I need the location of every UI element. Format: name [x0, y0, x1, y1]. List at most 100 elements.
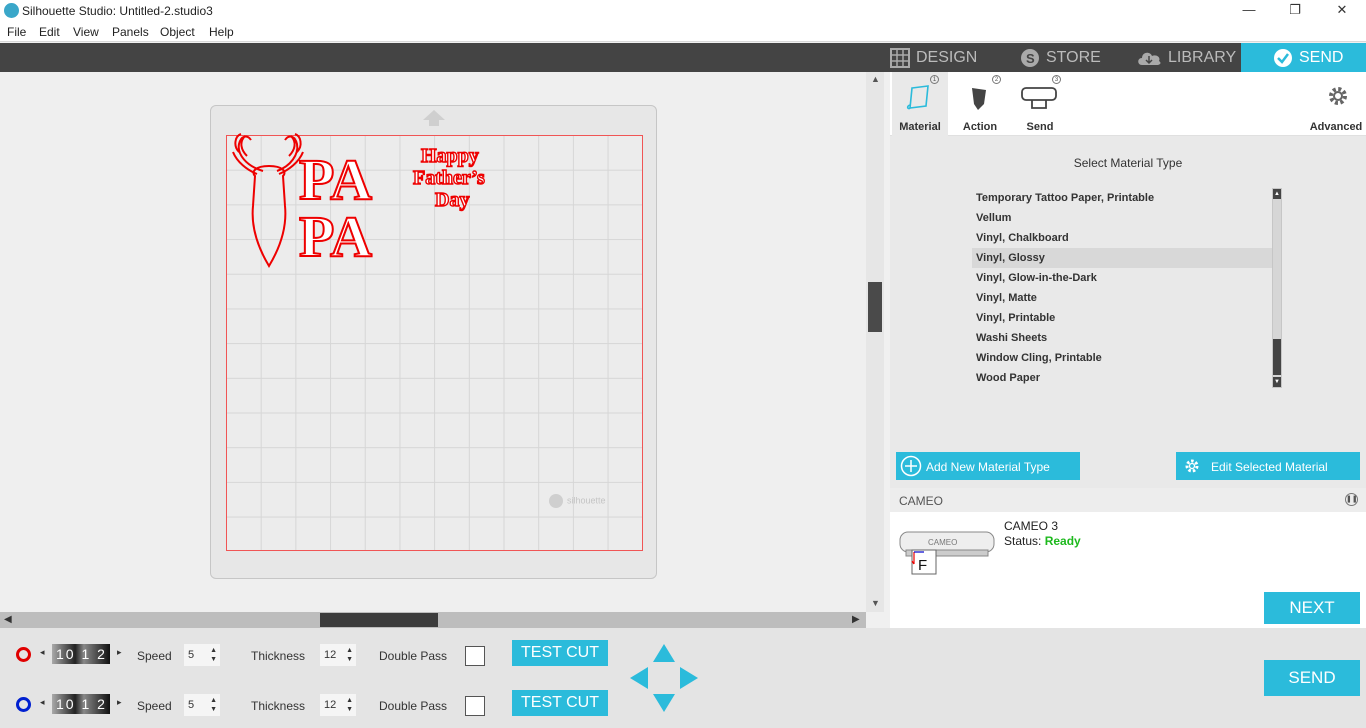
- title-bar: Silhouette Studio: Untitled-2.studio3 — …: [0, 0, 1366, 22]
- stepper-arrows-icon[interactable]: ▲ ▼: [346, 646, 353, 664]
- menu-file[interactable]: File: [7, 25, 26, 39]
- blade-arrow-left-icon[interactable]: ◂: [40, 647, 45, 658]
- blade-arrow-right-icon[interactable]: ▸: [117, 647, 122, 658]
- add-material-button[interactable]: Add New Material Type: [896, 452, 1080, 480]
- silhouette-logo-icon: [549, 494, 563, 508]
- design-artwork[interactable]: PA PA Happy Father’s Day: [211, 106, 658, 580]
- cutting-mat: PA PA Happy Father’s Day silhouette: [210, 105, 657, 579]
- cloud-download-icon: [1138, 52, 1161, 65]
- test-cut-button[interactable]: TEST CUT: [512, 690, 608, 716]
- material-item[interactable]: Vellum: [972, 208, 1272, 228]
- check-circle-icon: [1274, 48, 1292, 67]
- material-item[interactable]: Vinyl, Chalkboard: [972, 228, 1272, 248]
- design-text-fathers[interactable]: Father’s: [412, 166, 485, 189]
- material-section: Select Material Type Temporary Tattoo Pa…: [890, 136, 1366, 488]
- menu-panels[interactable]: Panels: [112, 25, 149, 39]
- move-right-arrow-icon[interactable]: [680, 667, 698, 689]
- list-scroll-down-icon[interactable]: ▼: [1273, 377, 1281, 387]
- cut-settings-bar: ◂ 10 1 2 ▸ Speed 5 ▲ ▼ Thickness 12 ▲ ▼ Doub…: [0, 628, 1366, 728]
- canvas-horizontal-scrollbar[interactable]: ◀ ▶: [0, 612, 866, 628]
- blade-arrow-right-icon[interactable]: ▸: [117, 697, 122, 708]
- toolbar-strip: [0, 43, 868, 72]
- stepper-arrows-icon[interactable]: ▲ ▼: [346, 696, 353, 714]
- menu-view[interactable]: View: [73, 25, 99, 39]
- advanced-button[interactable]: Advanced: [1306, 72, 1366, 136]
- horizontal-scroll-thumb[interactable]: [320, 613, 438, 627]
- gear-icon: [1185, 459, 1199, 473]
- main-tabs: DESIGN S STORE LIBRARY SEND: [868, 43, 1366, 72]
- pause-icon[interactable]: ❚❚: [1345, 493, 1358, 506]
- menu-edit[interactable]: Edit: [39, 25, 60, 39]
- speed-stepper[interactable]: 5 ▲ ▼: [184, 644, 220, 666]
- plus-circle-icon: [900, 455, 922, 477]
- scroll-up-icon[interactable]: ▲: [871, 74, 880, 84]
- blade-setting-slider[interactable]: 10 1 2: [52, 694, 110, 714]
- close-button[interactable]: ✕: [1333, 2, 1351, 20]
- blade-setting-slider[interactable]: 10 1 2: [52, 644, 110, 664]
- material-item[interactable]: Washi Sheets: [972, 328, 1272, 348]
- app-icon: [4, 3, 19, 18]
- silhouette-s-icon: S: [1021, 48, 1039, 67]
- material-item[interactable]: Wood Paper: [972, 368, 1272, 388]
- step-material[interactable]: 1 Material: [892, 72, 948, 136]
- speed-stepper[interactable]: 5 ▲ ▼: [184, 694, 220, 716]
- deer-head-icon[interactable]: [232, 133, 304, 268]
- material-item[interactable]: Temporary Tattoo Paper, Printable: [972, 188, 1272, 208]
- material-item[interactable]: Vinyl, Printable: [972, 308, 1272, 328]
- tab-send[interactable]: SEND: [1241, 43, 1366, 72]
- send-button[interactable]: SEND: [1264, 660, 1360, 696]
- step-action[interactable]: 2 Action: [952, 72, 1008, 136]
- menu-object[interactable]: Object: [160, 25, 195, 39]
- scroll-left-icon[interactable]: ◀: [4, 614, 12, 625]
- move-left-arrow-icon[interactable]: [630, 667, 648, 689]
- scroll-right-icon[interactable]: ▶: [852, 614, 860, 625]
- tool-row-blue: ◂ 10 1 2 ▸ Speed 5 ▲ ▼ Thickness 12 ▲ ▼ Doub…: [0, 690, 620, 720]
- send-steps: 1 Material 2 Action 3 Send Advanced: [890, 72, 1366, 136]
- material-item[interactable]: Vinyl, Glow-in-the-Dark: [972, 268, 1272, 288]
- list-scroll-up-icon[interactable]: ▲: [1273, 189, 1281, 199]
- gear-icon: [1329, 87, 1347, 105]
- move-down-arrow-icon[interactable]: [653, 694, 675, 712]
- material-list[interactable]: Temporary Tattoo Paper, Printable Vellum…: [972, 188, 1272, 388]
- blade-arrow-left-icon[interactable]: ◂: [40, 697, 45, 708]
- test-cut-button[interactable]: TEST CUT: [512, 640, 608, 666]
- red-line-color-icon: [16, 647, 31, 662]
- stepper-arrows-icon[interactable]: ▲ ▼: [210, 646, 217, 664]
- tool-row-red: ◂ 10 1 2 ▸ Speed 5 ▲ ▼ Thickness 12 ▲ ▼ Doub…: [0, 640, 620, 670]
- vertical-scroll-thumb[interactable]: [868, 282, 882, 332]
- design-text-day[interactable]: Day: [434, 188, 470, 211]
- status-badge: Ready: [1044, 534, 1081, 548]
- tab-design[interactable]: DESIGN: [890, 43, 1000, 72]
- maximize-button[interactable]: ❐: [1286, 2, 1304, 20]
- canvas-vertical-scrollbar[interactable]: ▲ ▼: [866, 72, 884, 612]
- edit-material-button[interactable]: Edit Selected Material: [1176, 452, 1360, 480]
- thickness-stepper[interactable]: 12 ▲ ▼: [320, 694, 356, 716]
- svg-text:S: S: [1026, 51, 1035, 66]
- send-panel: 1 Material 2 Action 3 Send Advanced Sele…: [890, 72, 1366, 628]
- menu-help[interactable]: Help: [209, 25, 234, 39]
- material-item[interactable]: Vinyl, Matte: [972, 288, 1272, 308]
- list-scroll-thumb[interactable]: [1273, 339, 1281, 375]
- material-list-scrollbar[interactable]: ▲ ▼: [1272, 188, 1282, 388]
- material-item-selected[interactable]: Vinyl, Glossy: [972, 248, 1272, 268]
- tab-library[interactable]: LIBRARY: [1136, 43, 1246, 72]
- design-text-pa-2[interactable]: PA: [298, 203, 373, 270]
- stepper-arrows-icon[interactable]: ▲ ▼: [210, 696, 217, 714]
- next-button[interactable]: NEXT: [1264, 592, 1360, 624]
- double-pass-checkbox[interactable]: [465, 646, 485, 666]
- move-up-arrow-icon[interactable]: [653, 644, 675, 662]
- blade-icon: [972, 88, 986, 110]
- double-pass-checkbox[interactable]: [465, 696, 485, 716]
- design-text-pa-1[interactable]: PA: [298, 146, 373, 213]
- svg-text:F: F: [918, 557, 927, 574]
- design-text-happy[interactable]: Happy: [420, 144, 479, 167]
- material-roll-icon: [906, 85, 929, 110]
- thickness-stepper[interactable]: 12 ▲ ▼: [320, 644, 356, 666]
- mat-watermark: silhouette: [549, 494, 606, 508]
- tab-store[interactable]: S STORE: [1020, 43, 1120, 72]
- step-send[interactable]: 3 Send: [1012, 72, 1068, 136]
- scroll-down-icon[interactable]: ▼: [871, 598, 880, 608]
- material-item[interactable]: Window Cling, Printable: [972, 348, 1272, 368]
- canvas-area[interactable]: PA PA Happy Father’s Day silhouette: [0, 72, 866, 612]
- minimize-button[interactable]: —: [1240, 2, 1258, 20]
